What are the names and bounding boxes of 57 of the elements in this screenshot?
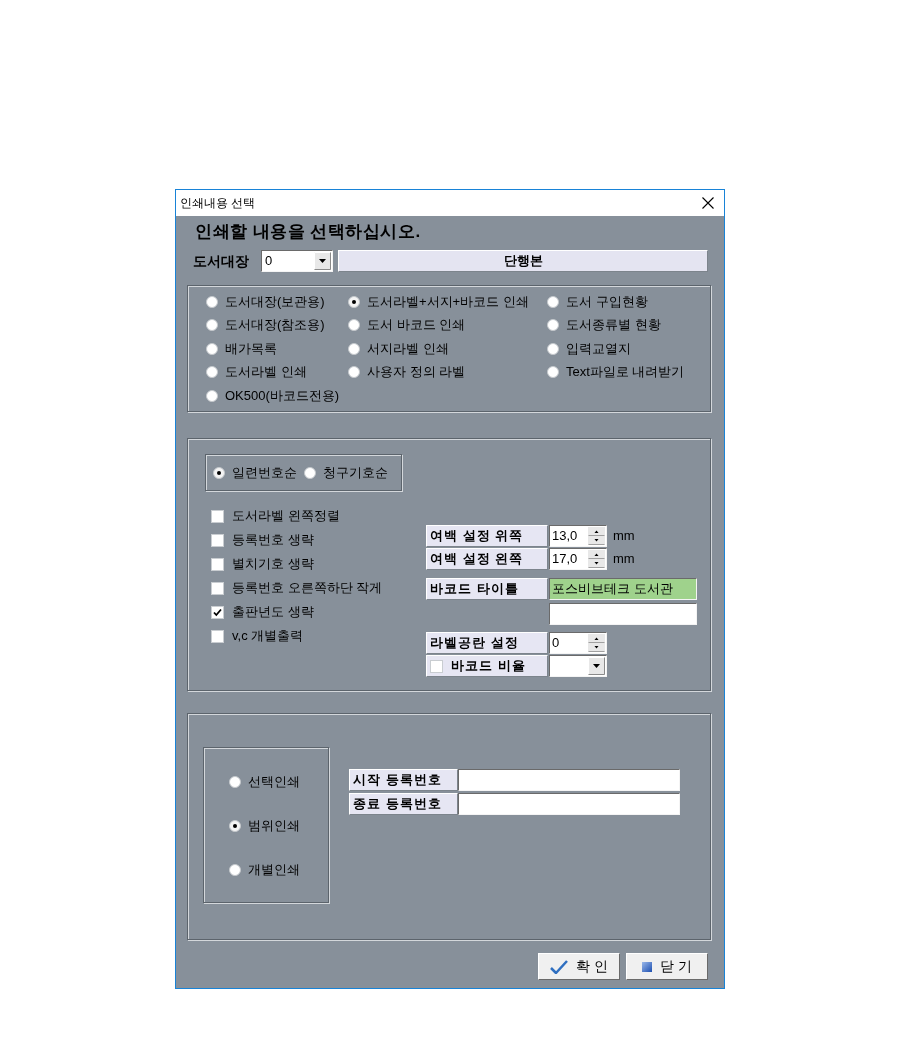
print-range-radio[interactable]: 범위인쇄 (229, 818, 300, 834)
spin-arrows-icon (588, 550, 605, 568)
close-dialog-button[interactable]: 닫 기 (626, 953, 708, 980)
print-type-radio[interactable]: 배가목록 (206, 340, 277, 357)
barcode-title-field[interactable]: 포스비브테크 도서관 (549, 578, 697, 600)
print-range-radio[interactable]: 개별인쇄 (229, 862, 300, 878)
close-icon (702, 197, 714, 209)
input-field[interactable] (458, 769, 680, 791)
print-type-radio[interactable]: Text파일로 내려받기 (547, 364, 685, 381)
print-type-radio[interactable]: 서지라벨 인쇄 (348, 340, 449, 357)
unit-label: mm (613, 528, 635, 544)
spin-arrows-icon (588, 527, 605, 545)
print-type-radio[interactable]: 도서 구입현황 (547, 293, 648, 310)
spin-field[interactable]: 0 (549, 632, 607, 654)
dialog-heading: 인쇄할 내용을 선택하십시오. (195, 222, 421, 242)
caret-icon (314, 252, 331, 270)
print-type-radio[interactable]: 도서라벨 인쇄 (206, 364, 307, 381)
print-type-radio[interactable]: 도서 바코드 인쇄 (348, 317, 466, 334)
input-field[interactable] (458, 793, 680, 815)
print-type-radio[interactable]: 사용자 정의 라벨 (348, 364, 466, 381)
ledger-label: 도서대장 (193, 252, 250, 270)
field-label: 라벨공란 설정 (426, 632, 548, 654)
print-type-radio[interactable]: OK500(바코드전용) (206, 387, 340, 404)
option-checkbox[interactable]: v,c 개별출력 (211, 624, 304, 648)
print-range-radio[interactable]: 선택인쇄 (229, 774, 300, 790)
field-label: 시작 등록번호 (349, 769, 458, 791)
field-label: 바코드 타이틀 (426, 578, 548, 600)
option-checkbox[interactable]: 출판년도 생략 (211, 600, 314, 624)
print-type-radio[interactable]: 도서종류별 현황 (547, 317, 661, 334)
field-label: 여백 설정 왼쪽 (426, 548, 548, 570)
field-label: 여백 설정 위쪽 (426, 525, 548, 547)
spin-field[interactable]: 17,0 (549, 548, 607, 570)
option-checkbox[interactable]: 등록번호 오른쪽하단 작게 (211, 576, 383, 600)
option-checkbox[interactable]: 등록번호 생략 (211, 528, 314, 552)
close-button[interactable] (700, 195, 716, 211)
window-title: 인쇄내용 선택 (180, 195, 256, 212)
unit-label: mm (613, 551, 635, 567)
book-type-label: 단행본 (338, 250, 708, 272)
ratio-select[interactable] (549, 655, 607, 677)
field-label: 종료 등록번호 (349, 793, 458, 815)
barcode-ratio-checkbox[interactable]: 바코드 비율 (426, 655, 548, 677)
spin-field[interactable]: 13,0 (549, 525, 607, 547)
print-type-radio[interactable]: 도서대장(보관용) (206, 293, 325, 310)
spin-arrows-icon (588, 634, 605, 652)
option-checkbox[interactable]: 도서라벨 왼쪽정렬 (211, 504, 340, 528)
confirm-button[interactable]: 확 인 (538, 953, 620, 980)
print-type-radio[interactable]: 도서대장(참조용) (206, 317, 325, 334)
option-checkbox[interactable]: 별치기호 생략 (211, 552, 314, 576)
print-type-radio[interactable]: 도서라벨+서지+바코드 인쇄 (348, 293, 529, 310)
ledger-select[interactable]: 0 (261, 250, 333, 272)
print-type-radio[interactable]: 입력교열지 (547, 340, 631, 357)
check-icon (550, 959, 569, 974)
text-field[interactable] (549, 603, 697, 625)
caret-icon (588, 657, 605, 675)
sort-order-radio[interactable]: 일련번호순 (213, 464, 297, 481)
sort-order-radio[interactable]: 청구기호순 (304, 464, 388, 481)
square-icon (642, 961, 653, 972)
